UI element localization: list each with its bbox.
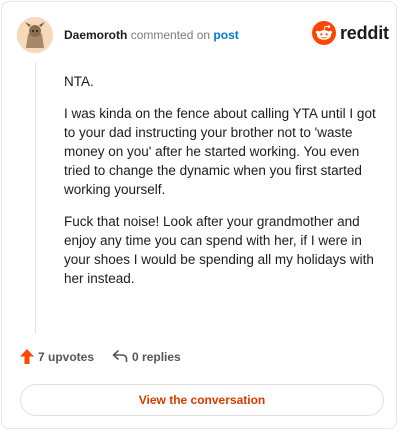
reply-button[interactable]: 0 replies [112,350,181,364]
avatar[interactable] [17,17,53,53]
view-conversation-button[interactable]: View the conversation [20,384,384,416]
commented-on-text: commented on [130,28,211,42]
reply-arrow-icon [112,350,128,363]
comment-paragraph: I was kinda on the fence about calling Y… [64,106,376,197]
comment-card: Daemoroth commented on post reddit NTA. … [1,1,397,429]
comment-header: Daemoroth commented on post [64,28,239,42]
comment-actions: 7 upvotes 0 replies [20,349,181,364]
reddit-snoo-icon [312,21,336,45]
username-link[interactable]: Daemoroth [64,28,127,42]
post-link[interactable]: post [213,28,238,42]
reply-count: 0 replies [132,349,181,364]
comment-paragraph: NTA. [64,74,94,89]
comment-body: NTA. I was kinda on the fence about call… [64,72,382,301]
upvote-arrow-icon [20,349,34,364]
reddit-logo[interactable]: reddit [312,21,389,45]
thread-line [35,62,36,334]
avatar-image [17,17,53,53]
reddit-wordmark: reddit [340,22,389,43]
upvote-button[interactable]: 7 upvotes [20,349,94,364]
comment-paragraph: Fuck that noise! Look after your grandmo… [64,214,374,286]
upvote-count: 7 upvotes [38,349,95,364]
